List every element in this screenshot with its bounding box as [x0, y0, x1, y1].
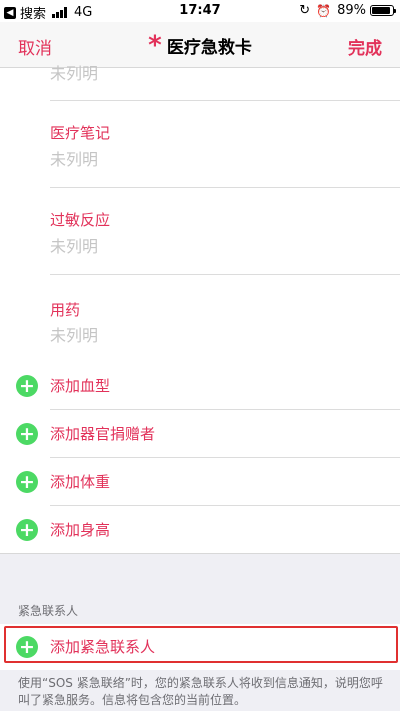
network-label: 4G [74, 5, 93, 20]
field-value: 未列明 [50, 64, 99, 83]
status-left: ◀ 搜索 4G [4, 3, 92, 22]
add-label: 添加身高 [50, 521, 111, 539]
field-row-medications[interactable]: 用药 未列明 [50, 275, 400, 361]
add-label: 添加器官捐赠者 [50, 425, 156, 443]
status-bar: ◀ 搜索 4G 17:47 ↻ ⏰ 89% [0, 0, 400, 22]
add-circle-icon[interactable]: + [16, 423, 38, 445]
add-height-row[interactable]: + 添加身高 [0, 506, 400, 554]
battery-fill [372, 7, 390, 14]
add-circle-icon[interactable]: + [16, 375, 38, 397]
nav-title-wrap: * 医疗急救卡 [0, 30, 400, 61]
field-row-medical-notes[interactable]: 医疗笔记 未列明 [50, 101, 400, 188]
battery-percent: 89% [337, 3, 366, 18]
section-header: 紧急联系人 [18, 604, 79, 618]
add-emergency-contact-label: 添加紧急联系人 [50, 638, 156, 656]
add-label: 添加体重 [50, 473, 111, 491]
add-blood-type-row[interactable]: + 添加血型 [0, 362, 400, 410]
back-arrow-icon[interactable]: ◀ [4, 6, 16, 19]
add-label: 添加血型 [50, 377, 111, 395]
field-row-partial[interactable]: 未列明 [50, 64, 400, 101]
emergency-footnote: 使用“SOS 紧急联络”时，您的紧急联系人将收到信息通知，说明您呼叫了紧急服务。… [18, 676, 383, 707]
done-button[interactable]: 完成 [348, 34, 382, 59]
add-circle-icon[interactable]: + [16, 636, 38, 658]
field-label: 医疗笔记 [50, 124, 111, 142]
signal-icon [52, 7, 68, 18]
add-circle-icon[interactable]: + [16, 519, 38, 541]
field-row-allergies[interactable]: 过敏反应 未列明 [50, 188, 400, 275]
field-label: 过敏反应 [50, 211, 111, 229]
add-organ-donor-row[interactable]: + 添加器官捐赠者 [0, 410, 400, 458]
battery-icon [370, 5, 396, 16]
back-app-label[interactable]: 搜索 [20, 3, 46, 22]
field-value: 未列明 [50, 326, 99, 345]
field-label: 用药 [50, 301, 81, 319]
field-value: 未列明 [50, 237, 99, 256]
rotation-lock-icon: ↻ [299, 3, 311, 18]
alarm-icon: ⏰ [316, 3, 332, 18]
add-emergency-contact-row[interactable]: + 添加紧急联系人 [0, 624, 400, 670]
add-weight-row[interactable]: + 添加体重 [0, 458, 400, 506]
medical-star-icon: * [148, 30, 162, 61]
add-circle-icon[interactable]: + [16, 471, 38, 493]
page-title: 医疗急救卡 [166, 38, 252, 58]
status-right: ↻ ⏰ 89% [299, 3, 396, 18]
field-value: 未列明 [50, 150, 99, 169]
